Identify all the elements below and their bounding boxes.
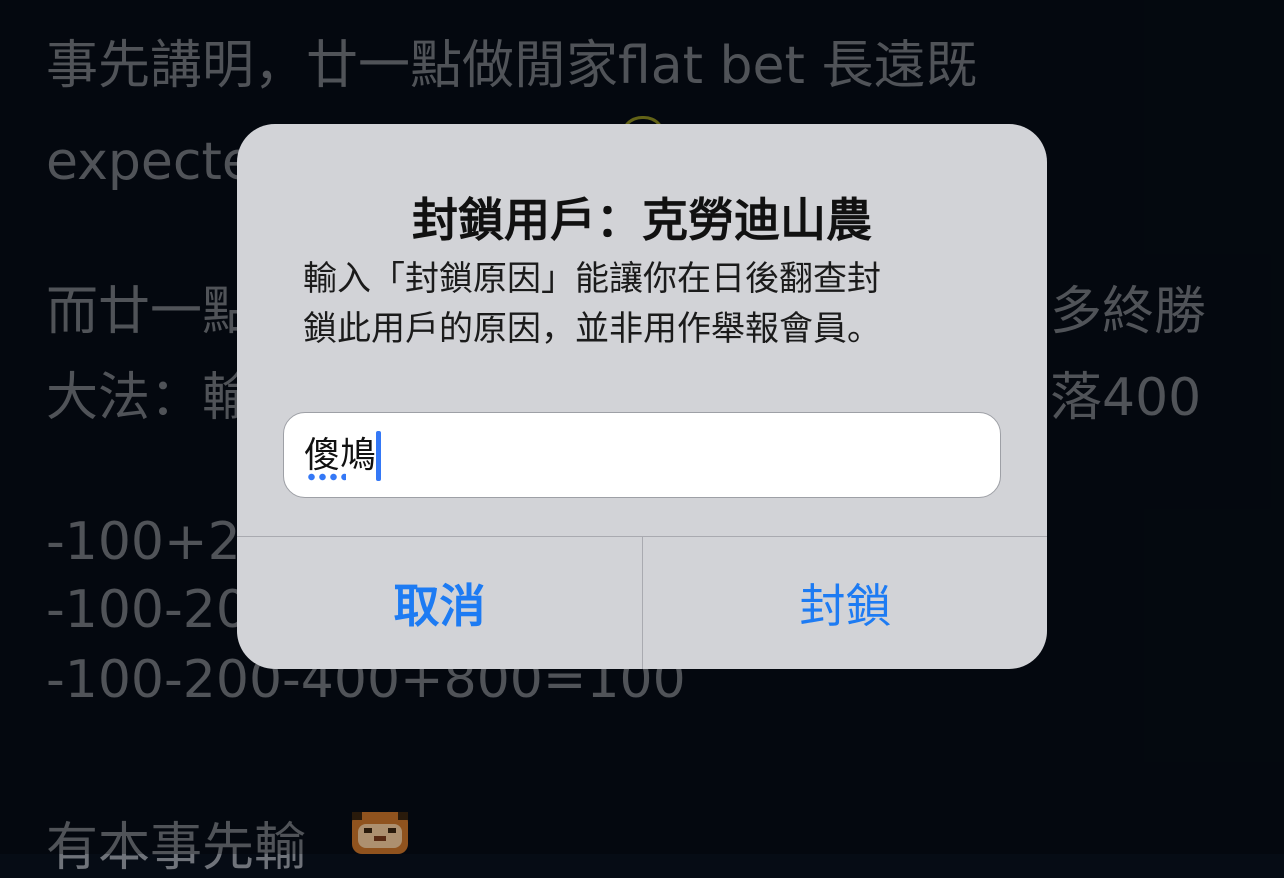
dialog-message-line-2: 鎖此用戶的原因，並非用作舉報會員。 [303,309,881,349]
cancel-button[interactable]: 取消 [237,537,642,669]
block-reason-value: 傻鳩 [304,435,377,476]
dialog-title: 封鎖用戶：克勞迪山農 [412,193,872,247]
ime-marked-text-dots [306,473,346,481]
text-cursor [376,431,381,481]
dialog-message-line-1: 輸入「封鎖原因」能讓你在日後翻查封 [303,259,881,299]
block-button[interactable]: 封鎖 [643,537,1048,669]
block-reason-input[interactable]: 傻鳩 [283,412,1001,498]
